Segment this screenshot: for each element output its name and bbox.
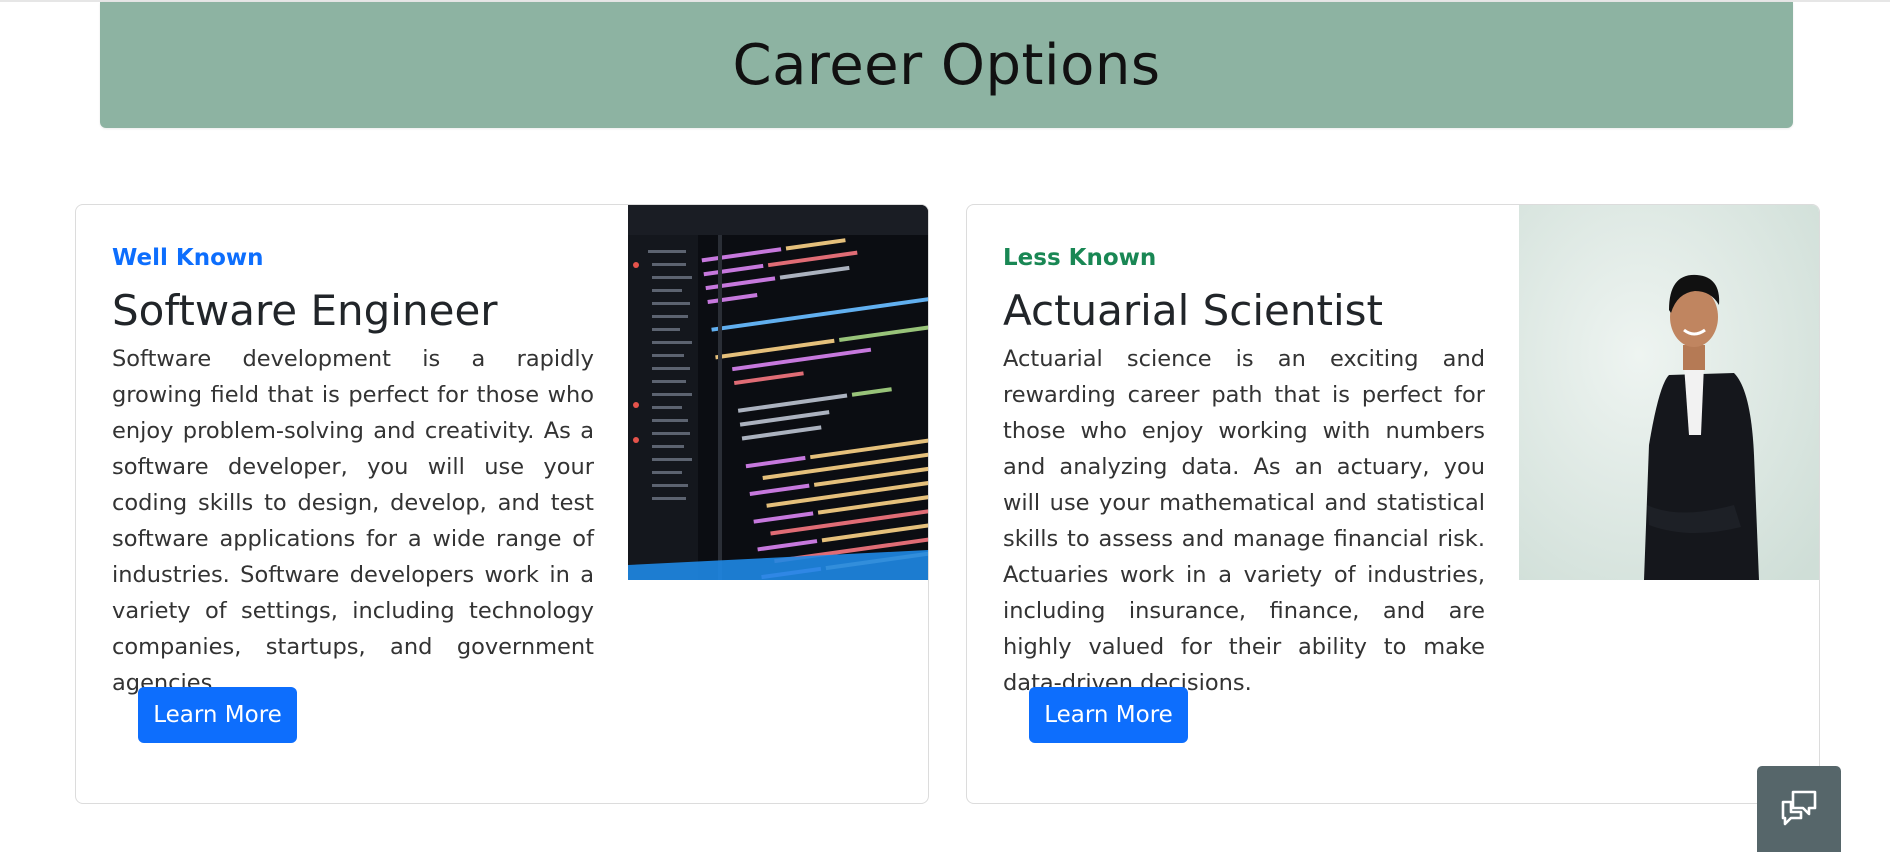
chat-bubbles-icon (1779, 788, 1819, 830)
card-title: Software Engineer (112, 286, 498, 335)
learn-more-button[interactable]: Learn More (1029, 687, 1188, 743)
card-description: Actuarial science is an exciting and rew… (1003, 346, 1485, 697)
code-screen-image (628, 205, 928, 580)
career-card-actuarial-scientist: Less Known Actuarial Scientist Actuarial… (966, 204, 1820, 804)
card-tag: Well Known (112, 245, 264, 271)
career-card-software-engineer: Well Known Software Engineer Software de… (75, 204, 929, 804)
card-body: Less Known Actuarial Scientist Actuarial… (1003, 245, 1485, 701)
chat-widget-button[interactable] (1757, 766, 1841, 852)
card-tag: Less Known (1003, 245, 1157, 271)
page-header-banner: Career Options (100, 2, 1793, 128)
professional-man-image (1519, 205, 1819, 580)
card-body: Well Known Software Engineer Software de… (112, 245, 594, 701)
learn-more-button[interactable]: Learn More (138, 687, 297, 743)
card-description: Software development is a rapidly growin… (112, 346, 594, 697)
card-title: Actuarial Scientist (1003, 286, 1383, 335)
page-title: Career Options (732, 32, 1161, 98)
